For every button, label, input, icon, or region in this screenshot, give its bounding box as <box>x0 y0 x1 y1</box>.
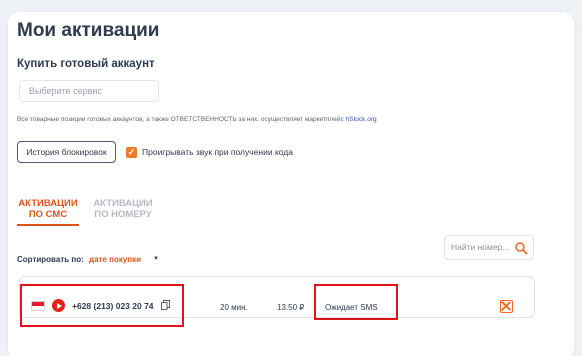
disclaimer-body: Все товарные позиции готовых аккаунтов, … <box>17 116 346 123</box>
search-placeholder: Найти номер... <box>451 242 510 252</box>
activation-price: 13.50 ₽ <box>277 303 305 312</box>
tab-activations-sms[interactable]: АКТИВАЦИИ ПО СМС <box>17 198 79 226</box>
hstock-link[interactable]: hStock.org <box>346 116 377 123</box>
buy-account-heading: Купить готовый аккаунт <box>17 58 155 70</box>
tab-sms-line2: ПО СМС <box>28 209 68 220</box>
tab-sms-line1: АКТИВАЦИИ <box>18 198 78 209</box>
tab-number-line2: ПО НОМЕРУ <box>94 209 152 220</box>
sound-checkbox-label[interactable]: Проигрывать звук при получении кода <box>142 147 293 157</box>
block-history-button[interactable]: История блокировок <box>17 141 116 163</box>
tab-activations-number[interactable]: АКТИВАЦИИ ПО НОМЕРУ <box>92 198 154 220</box>
disclaimer-text: Все товарные позиции готовых аккаунтов, … <box>17 116 377 123</box>
caret-down-icon[interactable]: ▼ <box>153 256 159 262</box>
service-select[interactable]: Выберите сервис <box>19 80 159 102</box>
search-icon[interactable] <box>514 241 528 255</box>
highlight-phone-box <box>20 284 184 327</box>
tab-number-line1: АКТИВАЦИИ <box>93 198 153 209</box>
phone-search-input[interactable]: Найти номер... <box>444 235 534 260</box>
page-title: Мои активации <box>17 20 160 41</box>
sort-label: Сортировать по: <box>17 255 84 264</box>
sound-checkbox[interactable]: ✓ <box>126 147 137 158</box>
cancel-activation-icon[interactable] <box>500 300 513 313</box>
sort-dropdown[interactable]: дате покупки <box>89 255 141 264</box>
activation-duration: 20 мин. <box>220 303 248 312</box>
highlight-status-box <box>314 284 398 320</box>
